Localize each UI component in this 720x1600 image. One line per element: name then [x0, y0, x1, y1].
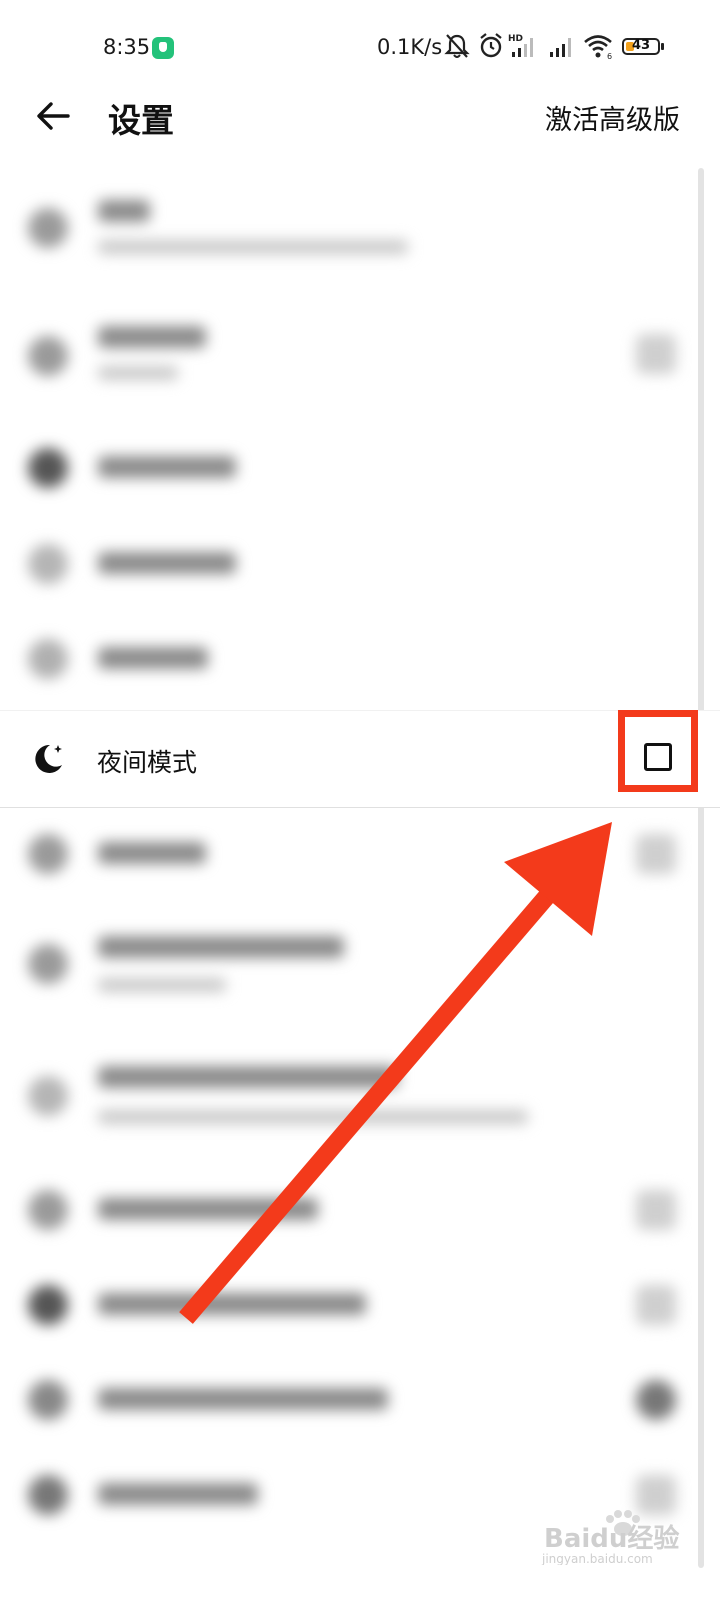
- battery-icon: 43: [622, 38, 660, 55]
- battery-cap: [661, 43, 664, 50]
- alarm-icon: [480, 33, 502, 58]
- network-speed: 0.1K/s: [377, 35, 443, 59]
- svg-text:HD: HD: [508, 34, 523, 44]
- blurred-row: [0, 1168, 696, 1258]
- status-time: 8:35: [103, 35, 151, 59]
- status-bar: 8:35 0.1K/s HD 6 43: [0, 0, 720, 92]
- baidu-watermark: Baidu经验 jingyan.baidu.com: [541, 1510, 679, 1565]
- blurred-row: [0, 520, 696, 610]
- battery-level: 43: [632, 38, 651, 53]
- blurred-settings-bottom: [0, 808, 696, 1548]
- header: 设置 激活高级版: [0, 92, 720, 164]
- night-mode-row[interactable]: 夜间模式: [0, 710, 720, 808]
- activate-premium-button[interactable]: 激活高级版: [545, 98, 680, 137]
- signal-icon: [550, 38, 571, 57]
- blurred-settings-top: [0, 170, 696, 705]
- hd-signal-icon: HD: [508, 34, 533, 57]
- watermark-subtext: jingyan.baidu.com: [541, 1552, 653, 1565]
- blurred-row: [0, 1358, 696, 1448]
- blurred-row: [0, 908, 696, 1018]
- svg-text:6: 6: [607, 52, 612, 60]
- page-title: 设置: [108, 101, 174, 140]
- scrollbar[interactable]: [698, 168, 704, 1568]
- watermark-text: Baidu经验: [544, 1523, 679, 1554]
- blurred-row: [0, 420, 696, 510]
- blurred-row: [0, 1263, 696, 1353]
- moon-icon: [35, 744, 62, 773]
- blurred-row: [0, 808, 696, 900]
- back-button[interactable]: [32, 94, 76, 138]
- blurred-row: [0, 615, 696, 705]
- blurred-row: [0, 1038, 696, 1153]
- arrow-left-icon: [37, 102, 70, 130]
- highlight-box: [618, 710, 698, 792]
- wifi-icon: 6: [584, 35, 612, 60]
- mute-bell-icon: [444, 34, 470, 58]
- blurred-row: [0, 170, 696, 295]
- night-mode-label: 夜间模式: [97, 748, 198, 777]
- blurred-row: [0, 302, 696, 412]
- vpn-shield-icon: [152, 37, 174, 59]
